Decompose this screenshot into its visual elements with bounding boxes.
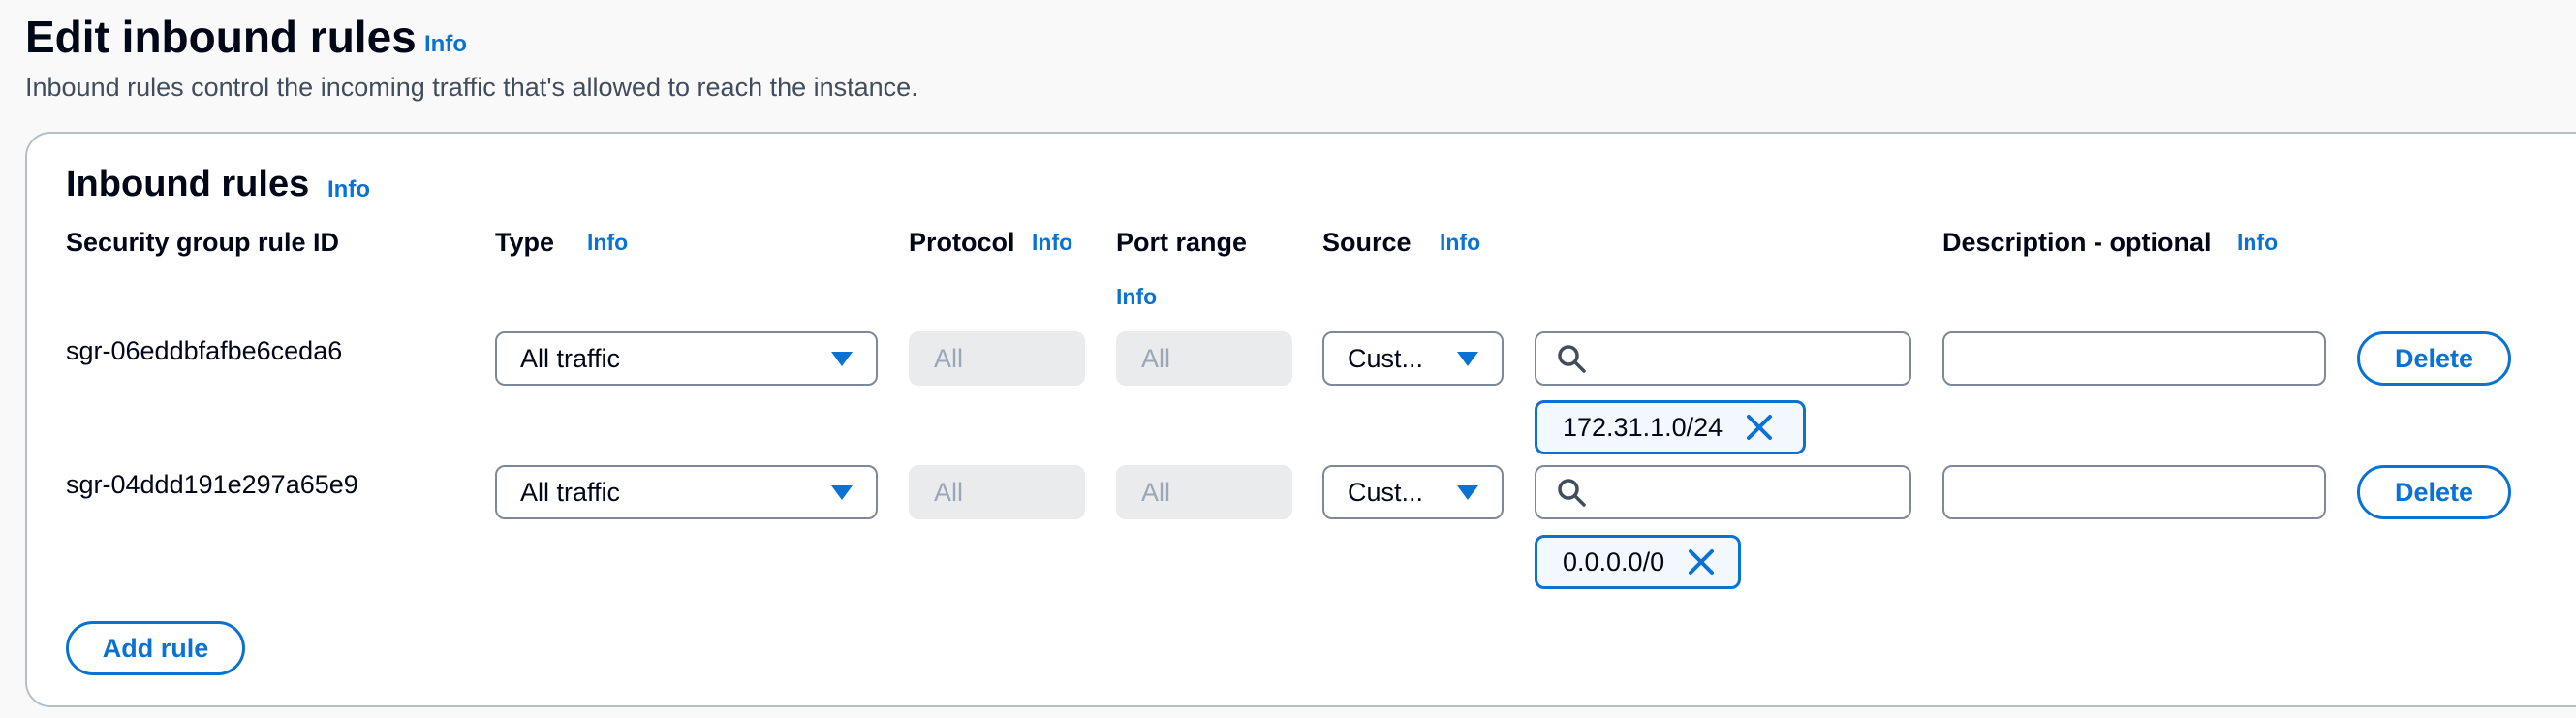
type-select[interactable]: All traffic <box>495 331 878 386</box>
column-header-source: Source <box>1322 228 1412 257</box>
delete-rule-button[interactable]: Delete <box>2357 331 2511 386</box>
protocol-field: All <box>909 465 1085 519</box>
source-cidr-token: 172.31.1.0/24 <box>1535 400 1806 454</box>
source-search-input[interactable] <box>1535 331 1911 386</box>
close-icon[interactable] <box>1744 412 1775 443</box>
search-icon <box>1556 477 1587 508</box>
search-icon <box>1556 343 1587 374</box>
column-header-description: Description - optional <box>1942 228 2212 257</box>
description-info-link[interactable]: Info <box>2237 227 2278 258</box>
source-search-input[interactable] <box>1535 465 1911 519</box>
caret-down-icon <box>1457 484 1478 500</box>
source-type-select[interactable]: Cust... <box>1322 465 1504 519</box>
caret-down-icon <box>831 484 853 500</box>
rule-id: sgr-04ddd191e297a65e9 <box>66 470 358 499</box>
panel-title: Inbound rules <box>66 164 310 204</box>
close-icon[interactable] <box>1686 546 1717 578</box>
protocol-info-link[interactable]: Info <box>1032 227 1072 258</box>
inbound-rules-panel <box>25 132 2576 707</box>
panel-info-link[interactable]: Info <box>327 174 370 205</box>
delete-rule-button[interactable]: Delete <box>2357 465 2511 519</box>
type-select-value: All traffic <box>520 343 621 373</box>
page-title: Edit inbound rules <box>25 12 417 62</box>
page-description: Inbound rules control the incoming traff… <box>25 73 918 102</box>
protocol-field: All <box>909 331 1085 386</box>
source-cidr-value: 172.31.1.0/24 <box>1563 412 1723 442</box>
column-header-protocol: Protocol <box>909 228 1015 257</box>
source-info-link[interactable]: Info <box>1440 227 1480 258</box>
caret-down-icon <box>831 351 853 366</box>
source-type-value: Cust... <box>1348 477 1424 507</box>
add-rule-button[interactable]: Add rule <box>66 621 245 675</box>
type-select-value: All traffic <box>520 477 621 507</box>
port-range-field: All <box>1116 331 1292 386</box>
column-header-port-range: Port range <box>1116 228 1248 257</box>
page-info-link[interactable]: Info <box>424 29 467 60</box>
rule-id: sgr-06eddbfafbe6ceda6 <box>66 336 343 365</box>
caret-down-icon <box>1457 351 1478 366</box>
type-info-link[interactable]: Info <box>587 227 628 258</box>
column-header-rule-id: Security group rule ID <box>66 228 340 257</box>
description-input[interactable] <box>1942 331 2326 386</box>
source-type-value: Cust... <box>1348 343 1424 373</box>
source-type-select[interactable]: Cust... <box>1322 331 1504 386</box>
source-cidr-token: 0.0.0.0/0 <box>1535 535 1741 589</box>
type-select[interactable]: All traffic <box>495 465 878 519</box>
description-input[interactable] <box>1942 465 2326 519</box>
port-range-field: All <box>1116 465 1292 519</box>
column-header-type: Type <box>495 228 555 257</box>
port-range-info-link[interactable]: Info <box>1116 281 1157 312</box>
source-cidr-value: 0.0.0.0/0 <box>1563 546 1665 577</box>
